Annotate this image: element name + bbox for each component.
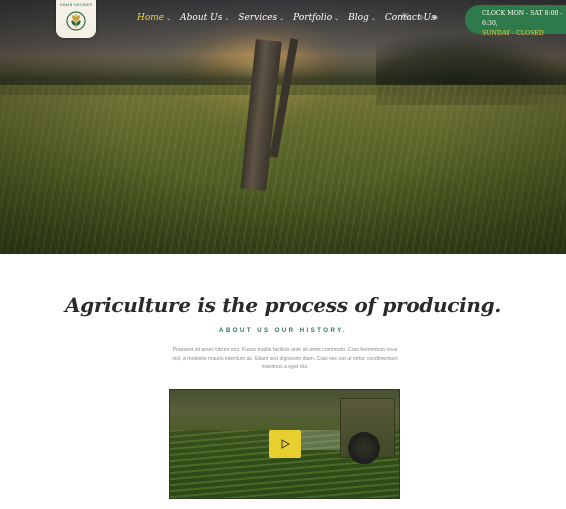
nav-label: Blog	[348, 13, 369, 23]
nav-label: About Us	[180, 13, 223, 23]
nav-item-blog[interactable]: Blog ⌄	[348, 13, 376, 23]
main-nav: Home ⌄ About Us ⌄ Services ⌄ Portfolio ⌄…	[137, 13, 445, 23]
instagram-icon[interactable]: ◉	[433, 14, 438, 21]
nav-label: Services	[238, 13, 278, 23]
nav-item-home[interactable]: Home ⌄	[137, 13, 171, 23]
video-thumbnail[interactable]	[169, 389, 400, 499]
nav-item-portfolio[interactable]: Portfolio ⌄	[293, 13, 339, 23]
play-button[interactable]	[269, 430, 301, 458]
logo[interactable]: GRAIN·GROWER	[56, 0, 96, 38]
hours-line-2: SUNDAY - CLOSED	[482, 30, 544, 37]
play-icon	[281, 439, 290, 449]
section-subheading: ABOUT US OUR HISTORY.	[218, 327, 348, 334]
chevron-down-icon: ⌄	[279, 14, 285, 22]
hours-line-1: CLOCK MON - SAT 8:00 - 6:30,	[482, 10, 563, 27]
nav-label: Portfolio	[293, 13, 333, 23]
nav-item-about-us[interactable]: About Us ⌄	[180, 13, 229, 23]
nav-item-services[interactable]: Services ⌄	[238, 13, 284, 23]
opening-hours-badge: CLOCK MON - SAT 8:00 - 6:30, SUNDAY - CL…	[465, 5, 566, 37]
dribbble-icon[interactable]: ◎	[418, 14, 423, 21]
section-body: Praesent sit amet rutrum orci. Fusce mat…	[172, 347, 398, 370]
wheat-logo-icon	[66, 11, 86, 31]
chevron-down-icon: ⌄	[370, 14, 376, 22]
social-links: Bē ◎ ◉	[402, 14, 438, 21]
nav-label: Home	[137, 13, 165, 23]
chevron-down-icon: ⌄	[166, 14, 172, 22]
logo-text: GRAIN·GROWER	[59, 3, 93, 7]
behance-icon[interactable]: Bē	[402, 14, 409, 21]
section-headline: Agriculture is the process of producing.	[64, 293, 502, 317]
chevron-down-icon: ⌄	[334, 14, 340, 22]
chevron-down-icon: ⌄	[224, 14, 230, 22]
